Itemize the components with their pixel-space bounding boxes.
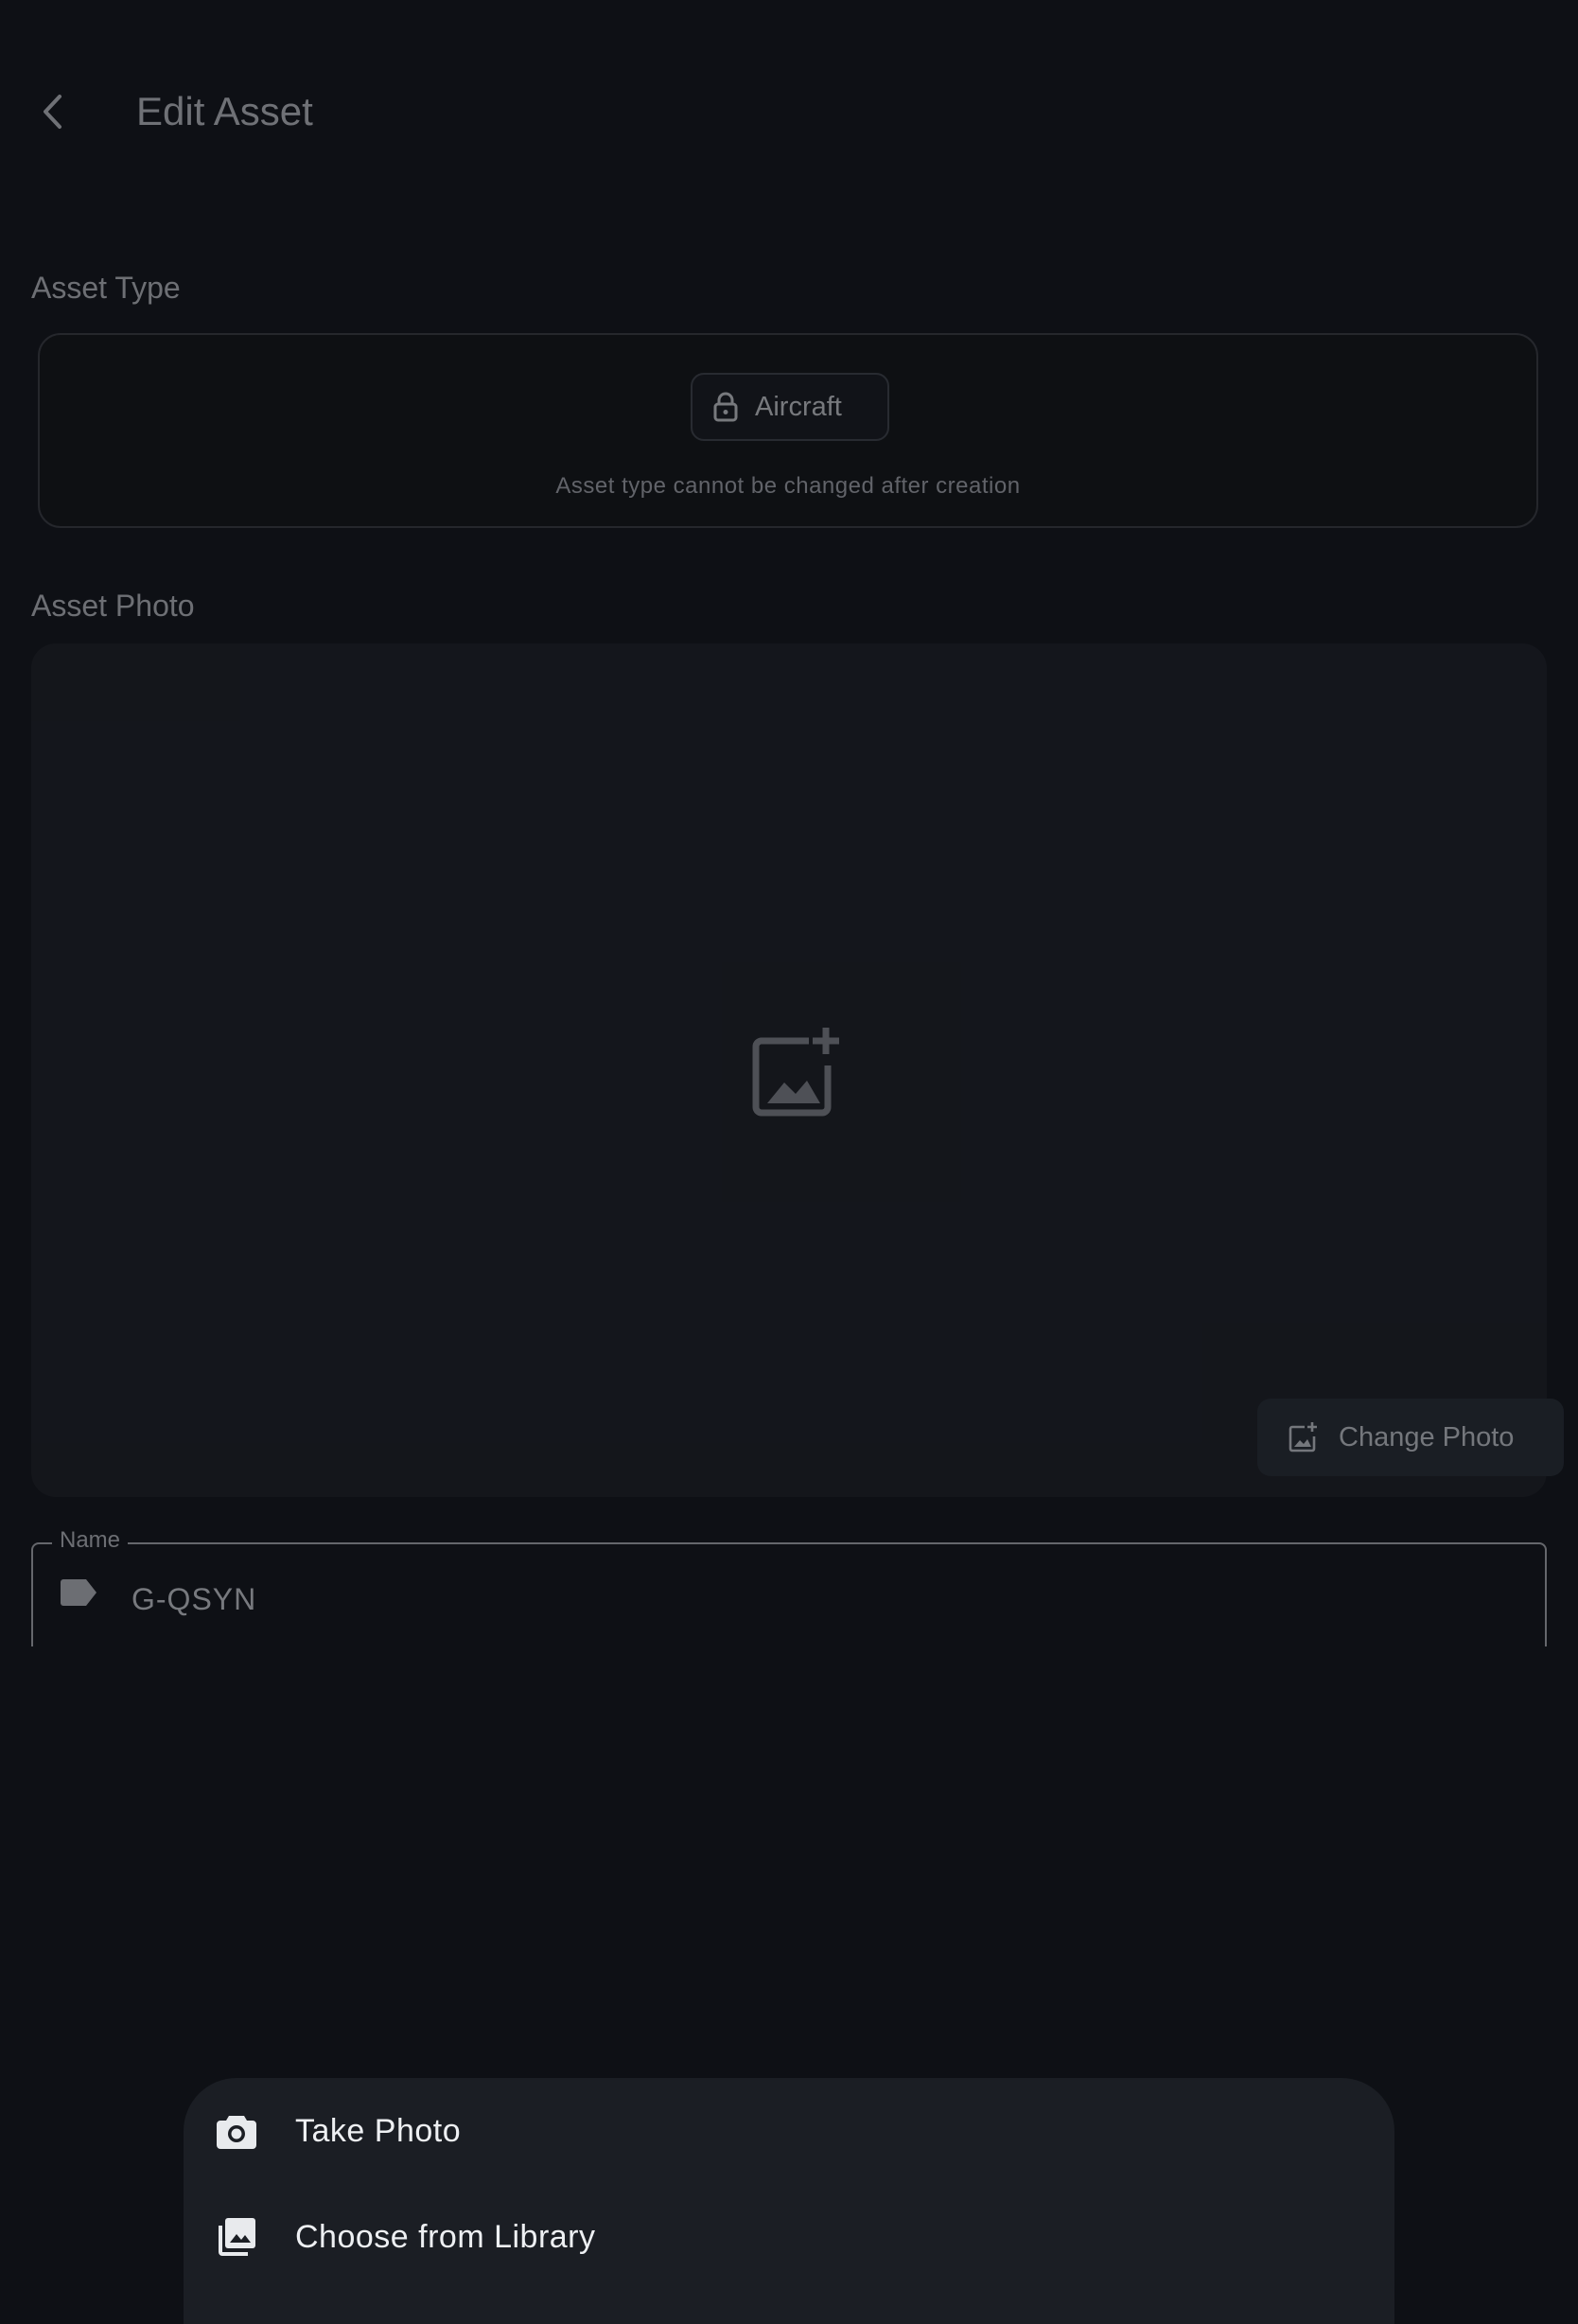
asset-photo-label: Asset Photo (31, 589, 195, 623)
asset-type-value: Aircraft (755, 391, 842, 422)
take-photo-option[interactable]: Take Photo (184, 2078, 1394, 2184)
photo-library-icon (219, 2218, 255, 2256)
label-tag-icon (61, 1579, 96, 1606)
edit-asset-screen: Edit Asset Asset Type Aircraft Asset typ… (0, 0, 1578, 2290)
asset-type-chip: Aircraft (691, 373, 889, 441)
page-title: Edit Asset (136, 89, 313, 133)
take-photo-label: Take Photo (295, 2112, 462, 2149)
add-photo-icon (752, 1028, 839, 1117)
asset-type-card: Aircraft Asset type cannot be changed af… (38, 333, 1538, 528)
asset-type-label: Asset Type (31, 271, 181, 305)
change-photo-label: Change Photo (1339, 1421, 1515, 1452)
back-button[interactable] (28, 87, 78, 136)
asset-type-note: Asset type cannot be changed after creat… (555, 473, 1021, 499)
name-field[interactable]: Name G-QSYN (31, 1527, 1547, 1646)
camera-icon (217, 2116, 256, 2149)
lock-icon (713, 392, 738, 422)
chevron-left-icon (44, 95, 61, 129)
name-input-value: G-QSYN (132, 1582, 257, 1616)
choose-library-label: Choose from Library (295, 2218, 596, 2255)
photo-source-sheet: Take Photo Choose from Library (184, 2078, 1394, 2324)
add-photo-icon (1289, 1422, 1317, 1452)
choose-library-option[interactable]: Choose from Library (184, 2184, 1394, 2290)
name-field-label: Name (52, 1527, 129, 1554)
asset-photo-area[interactable]: Change Photo (31, 643, 1564, 1497)
change-photo-button[interactable]: Change Photo (1257, 1399, 1564, 1476)
